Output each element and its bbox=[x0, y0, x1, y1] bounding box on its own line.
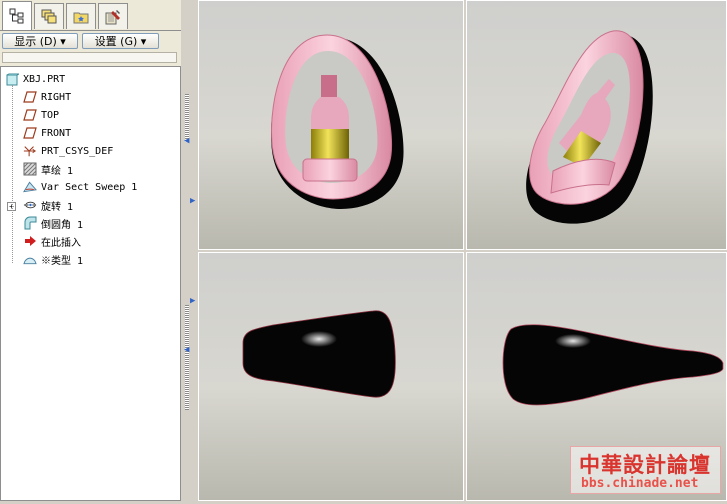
tree-item-label: PRT_CSYS_DEF bbox=[41, 145, 114, 157]
sweep-icon bbox=[23, 180, 37, 194]
csys-icon bbox=[23, 144, 37, 158]
settings-menu-button[interactable]: 设置 (G) ▾ bbox=[82, 33, 159, 49]
folder-star-icon bbox=[73, 12, 89, 23]
tree-item-var-sect-sweep[interactable]: Var Sect Sweep 1 bbox=[23, 178, 137, 196]
splitter-grip[interactable] bbox=[185, 94, 189, 142]
tree-item-surface-type[interactable]: ※类型 1 bbox=[23, 250, 83, 268]
tab-favorites[interactable] bbox=[66, 3, 96, 29]
tree-item-csys[interactable]: PRT_CSYS_DEF bbox=[23, 142, 113, 160]
tree-item-label: 草绘 1 bbox=[41, 165, 74, 177]
round-icon bbox=[23, 216, 37, 230]
filter-field[interactable] bbox=[2, 52, 177, 63]
tab-layers[interactable] bbox=[34, 3, 64, 29]
tree-item-label: RIGHT bbox=[41, 91, 72, 103]
forum-watermark: 中華設計論壇 bbs.chinade.net bbox=[570, 446, 721, 494]
sketch-icon bbox=[23, 162, 37, 176]
revolve-icon bbox=[23, 198, 37, 212]
tree-item-label: ※类型 1 bbox=[41, 255, 84, 267]
tree-item-round[interactable]: 倒圆角 1 bbox=[23, 214, 83, 232]
viewport-iso[interactable] bbox=[466, 0, 727, 250]
tree-item-revolve[interactable]: 旋转 1 bbox=[23, 196, 73, 214]
collapse-left-arrow-icon[interactable]: ◀ bbox=[184, 136, 189, 146]
tree-item-part[interactable]: XBJ.PRT bbox=[5, 70, 65, 88]
watermark-title: 中華設計論壇 bbox=[579, 452, 711, 477]
splitter-grip-lower[interactable] bbox=[185, 305, 189, 410]
panel-menubar: 显示 (D) ▾ 设置 (G) ▾ bbox=[0, 30, 181, 51]
expand-right-arrow-icon[interactable]: ▶ bbox=[190, 196, 195, 206]
tree-item-label: Var Sect Sweep 1 bbox=[41, 181, 138, 193]
part-icon bbox=[5, 72, 19, 86]
tree-guide-line bbox=[12, 85, 13, 263]
tab-tools[interactable] bbox=[98, 3, 128, 29]
tree-item-label: 倒圆角 1 bbox=[41, 219, 84, 231]
viewport-top[interactable] bbox=[198, 252, 464, 501]
tree-item-label: 在此插入 bbox=[41, 237, 81, 249]
insert-here-icon bbox=[23, 234, 37, 248]
viewport-front[interactable] bbox=[198, 0, 464, 250]
tree-item-label: 旋转 1 bbox=[41, 201, 74, 213]
layers-icon bbox=[41, 9, 57, 23]
model-tree-icon bbox=[9, 8, 24, 24]
panel-tabs bbox=[0, 0, 181, 30]
datum-plane-icon bbox=[23, 126, 37, 140]
tree-item-label: XBJ.PRT bbox=[23, 73, 66, 85]
tools-icon bbox=[105, 9, 120, 24]
tree-item-label: FRONT bbox=[41, 127, 72, 139]
datum-plane-icon bbox=[23, 90, 37, 104]
model-render-front bbox=[271, 34, 404, 209]
tree-item-front[interactable]: FRONT bbox=[23, 124, 71, 142]
tree-item-insert-here[interactable]: 在此插入 bbox=[23, 232, 81, 250]
watermark-url: bbs.chinade.net bbox=[581, 476, 699, 491]
model-render-top bbox=[242, 310, 396, 398]
model-tree-panel: 显示 (D) ▾ 设置 (G) ▾ XBJ.PRT RIGHT TOP FRON… bbox=[0, 0, 181, 501]
tab-model-tree[interactable] bbox=[2, 1, 32, 30]
tree-item-label: TOP bbox=[41, 109, 60, 121]
tree-item-top[interactable]: TOP bbox=[23, 106, 59, 124]
filter-bar bbox=[0, 51, 181, 65]
datum-plane-icon bbox=[23, 108, 37, 122]
tree-item-sketch[interactable]: 草绘 1 bbox=[23, 160, 73, 178]
panel-splitter[interactable]: ◀ ▶ ▶ ◀ bbox=[181, 0, 198, 501]
model-render-iso bbox=[526, 30, 653, 224]
tree-item-right[interactable]: RIGHT bbox=[23, 88, 71, 106]
collapse-left-arrow-icon-2[interactable]: ◀ bbox=[184, 345, 189, 355]
model-tree: XBJ.PRT RIGHT TOP FRONT PRT_CSYS_DEF 草绘 … bbox=[0, 66, 181, 501]
surface-icon bbox=[23, 252, 37, 266]
show-menu-button[interactable]: 显示 (D) ▾ bbox=[2, 33, 78, 49]
expand-right-arrow-icon-2[interactable]: ▶ bbox=[190, 296, 195, 306]
